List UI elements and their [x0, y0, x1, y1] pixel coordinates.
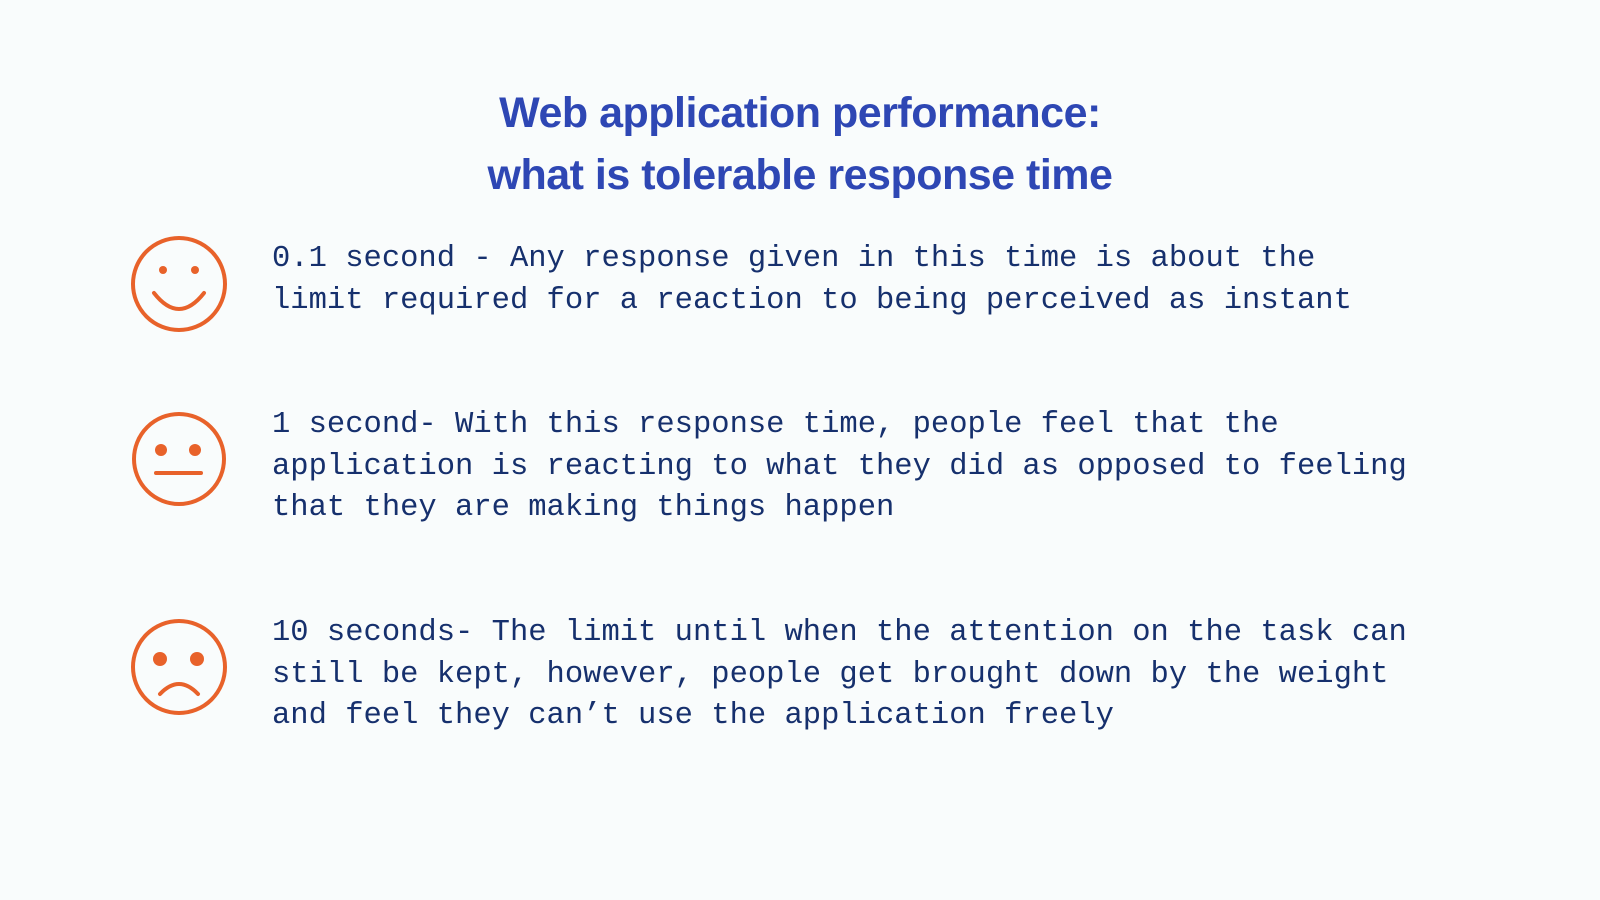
description-line: still be kept, however, people get broug… — [272, 657, 1389, 692]
page-title: Web application performance: what is tol… — [0, 82, 1600, 206]
title-line-1: Web application performance: — [499, 89, 1101, 137]
description-line: 10 seconds- The limit until when the att… — [272, 616, 1407, 650]
happy-face-icon — [130, 235, 228, 333]
item-description: 10 seconds- The limit until when the att… — [272, 613, 1572, 738]
item-description: 1 second- With this response time, peopl… — [272, 405, 1572, 530]
description-line: 0.1 second - Any response given in this … — [272, 242, 1316, 276]
item-description: 0.1 second - Any response given in this … — [272, 239, 1572, 322]
description-line: and feel they can’t use the application … — [272, 699, 1114, 733]
sad-face-icon — [130, 618, 228, 716]
description-line: that they are making things happen — [272, 491, 895, 525]
description-line: 1 second- With this response time, peopl… — [272, 408, 1279, 442]
description-line: limit required for a reaction to being p… — [272, 283, 1352, 318]
title-line-2: what is tolerable response time — [487, 151, 1113, 199]
description-line: application is reacting to what they did… — [272, 449, 1407, 484]
neutral-face-icon — [130, 410, 228, 508]
